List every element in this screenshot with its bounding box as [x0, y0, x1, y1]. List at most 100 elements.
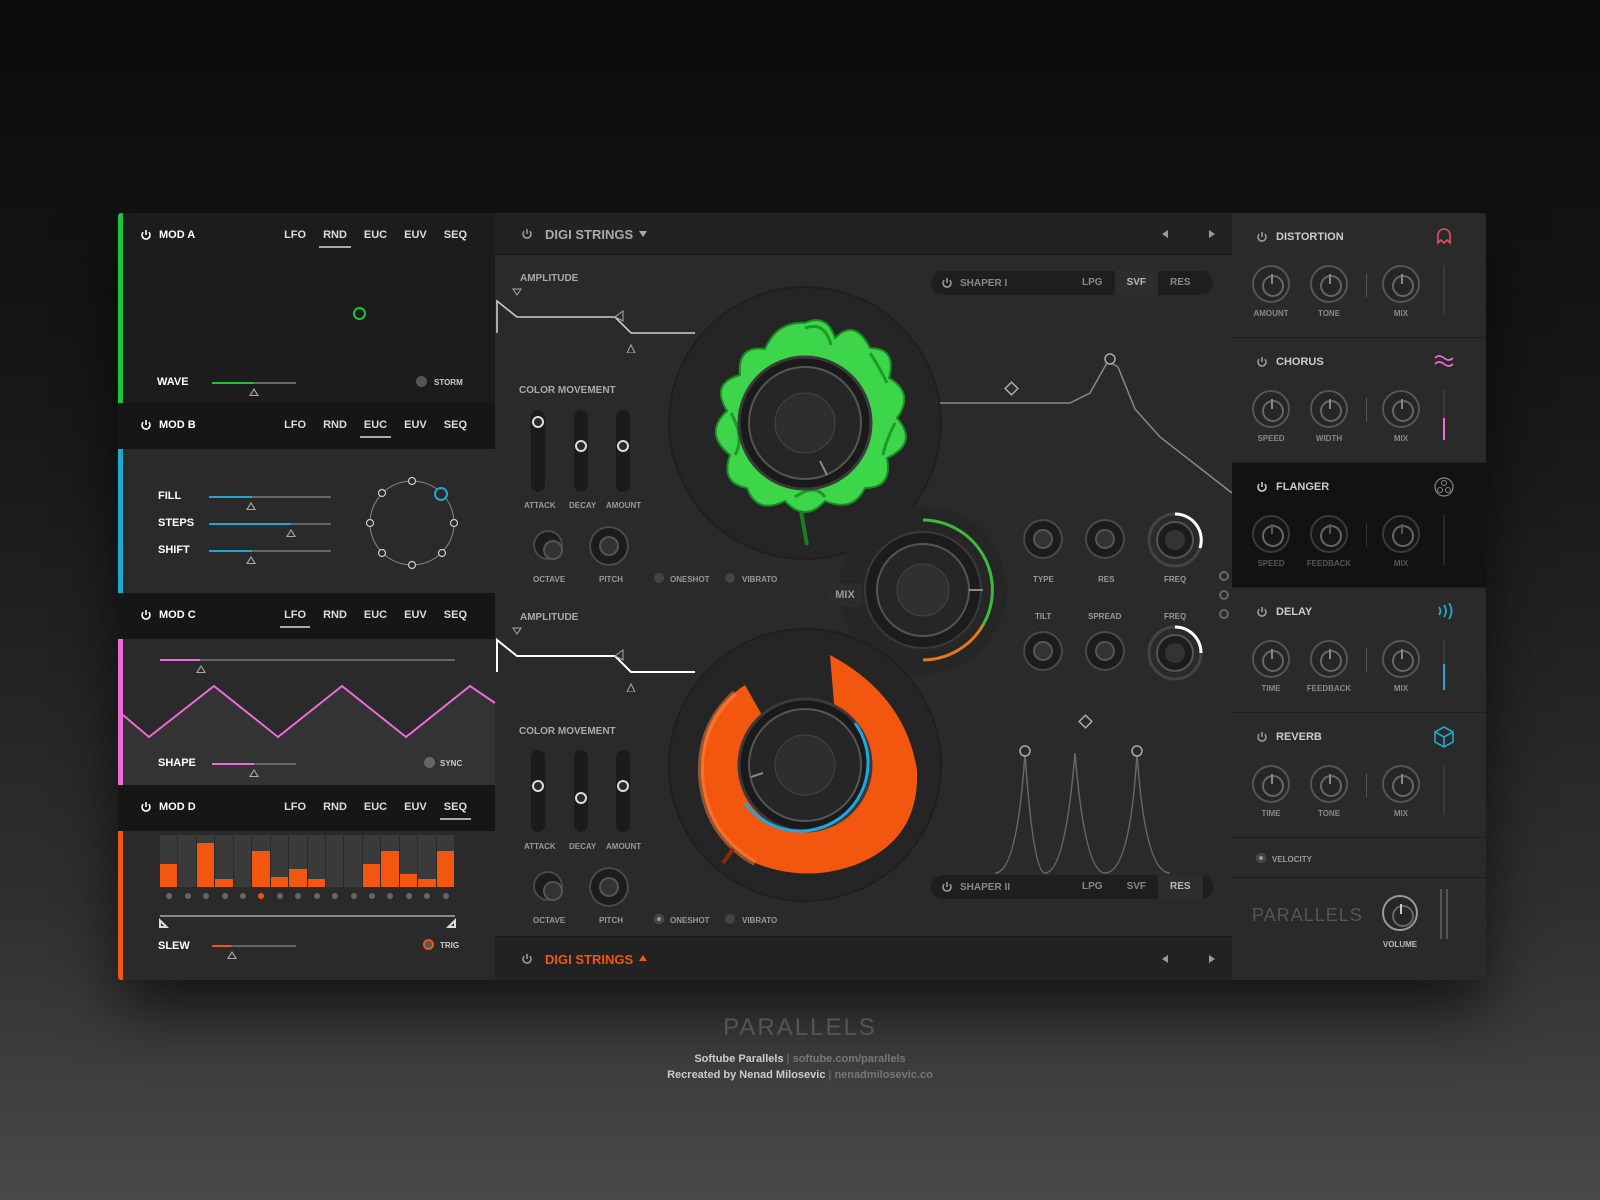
chorus-mix-knob[interactable] [1382, 390, 1420, 428]
seq-step[interactable] [252, 835, 270, 887]
seq-step[interactable] [436, 835, 454, 887]
seq-step[interactable] [362, 835, 381, 887]
type-knob[interactable] [1023, 519, 1063, 559]
seq-step[interactable] [325, 835, 344, 887]
tilt-knob[interactable] [1023, 631, 1063, 671]
amount-slider-2[interactable] [616, 750, 630, 832]
tab-rnd[interactable]: RND [323, 609, 347, 621]
tab-euc[interactable]: EUC [364, 609, 387, 621]
seq-step-dot[interactable] [369, 893, 376, 899]
spread-knob[interactable] [1085, 631, 1125, 671]
velocity-toggle[interactable] [1256, 853, 1266, 863]
delay-mix-knob[interactable] [1382, 640, 1420, 678]
tab-lfo[interactable]: LFO [284, 419, 306, 431]
shaper-1-mode-res[interactable]: RES [1158, 271, 1203, 295]
attack-slider-1[interactable] [531, 410, 545, 492]
seq-step-dot[interactable] [239, 893, 246, 899]
prev-preset-icon[interactable] [1162, 955, 1168, 963]
shape-slider[interactable] [212, 763, 296, 765]
seq-step[interactable] [381, 835, 399, 887]
slew-slider-handle[interactable] [227, 951, 237, 959]
tab-rnd[interactable]: RND [323, 419, 347, 431]
seq-step-dot[interactable] [276, 893, 283, 899]
credit-1-link[interactable]: softube.com/parallels [793, 1053, 906, 1065]
seq-step[interactable] [270, 835, 289, 887]
power-icon[interactable] [1256, 481, 1268, 493]
chevron-up-icon[interactable] [639, 955, 647, 961]
power-icon[interactable] [140, 609, 152, 621]
seq-step-dot[interactable] [221, 893, 228, 899]
seq-step[interactable] [233, 835, 252, 887]
reverb-tone-knob[interactable] [1310, 765, 1348, 803]
power-icon[interactable] [1256, 231, 1268, 243]
wave-slider-handle[interactable] [249, 388, 259, 396]
trig-toggle[interactable] [423, 939, 434, 950]
sync-toggle[interactable] [424, 757, 435, 768]
shift-slider[interactable] [209, 550, 331, 552]
next-preset-icon[interactable] [1209, 955, 1215, 963]
step-sequencer[interactable] [160, 835, 455, 907]
octave-knob-1[interactable] [533, 530, 563, 560]
seq-step-dot[interactable] [258, 893, 265, 899]
seq-step-dot[interactable] [405, 893, 412, 899]
seq-step-dot[interactable] [332, 893, 339, 899]
seq-step-dot[interactable] [313, 893, 320, 899]
oneshot-toggle-1[interactable] [654, 573, 664, 583]
seq-step[interactable] [160, 835, 178, 887]
delay-time-knob[interactable] [1252, 640, 1290, 678]
credit-2-link[interactable]: nenadmilosevic.co [834, 1069, 932, 1081]
tab-euv[interactable]: EUV [404, 609, 427, 621]
decay-slider-2[interactable] [574, 750, 588, 832]
steps-slider[interactable] [209, 523, 331, 525]
freq-knob-2[interactable] [1145, 623, 1205, 683]
vibrato-toggle-1[interactable] [725, 573, 735, 583]
amount-slider-1[interactable] [616, 410, 630, 492]
chevron-down-icon[interactable] [639, 231, 647, 237]
tab-seq[interactable]: SEQ [444, 609, 467, 621]
flanger-mix-knob[interactable] [1382, 515, 1420, 553]
freq-knob-1[interactable] [1145, 510, 1205, 570]
power-icon[interactable] [521, 228, 533, 240]
seq-step-dot[interactable] [387, 893, 394, 899]
mod-b-title[interactable]: MOD B [140, 419, 196, 431]
seq-step-dot[interactable] [184, 893, 191, 899]
route-button-1[interactable] [1219, 571, 1229, 581]
mod-a-title[interactable]: MOD A [140, 229, 195, 241]
route-button-2[interactable] [1219, 590, 1229, 600]
tab-euv[interactable]: EUV [404, 801, 427, 813]
flanger-speed-knob[interactable] [1252, 515, 1290, 553]
color-orb-orange[interactable] [665, 625, 945, 905]
power-icon[interactable] [1256, 731, 1268, 743]
seq-step[interactable] [399, 835, 418, 887]
fill-slider-handle[interactable] [246, 502, 256, 510]
random-point[interactable] [353, 307, 366, 320]
seq-step[interactable] [418, 835, 436, 887]
seq-step[interactable] [289, 835, 307, 887]
tab-lfo[interactable]: LFO [284, 801, 306, 813]
seq-step[interactable] [178, 835, 196, 887]
rate-slider[interactable] [160, 659, 455, 661]
flanger-feedback-knob[interactable] [1310, 515, 1348, 553]
power-icon[interactable] [941, 881, 953, 893]
oneshot-toggle-2[interactable] [654, 914, 664, 924]
shaper-2-mode-svf[interactable]: SVF [1115, 875, 1158, 899]
vibrato-toggle-2[interactable] [725, 914, 735, 924]
shape-slider-handle[interactable] [249, 769, 259, 777]
power-icon[interactable] [1256, 606, 1268, 618]
power-icon[interactable] [140, 801, 152, 813]
delay-feedback-knob[interactable] [1310, 640, 1348, 678]
fill-slider[interactable] [209, 496, 331, 498]
reverb-mix-knob[interactable] [1382, 765, 1420, 803]
tab-seq[interactable]: SEQ [439, 801, 472, 820]
shaper-2-mode-lpg[interactable]: LPG [1070, 875, 1115, 899]
shift-slider-handle[interactable] [246, 556, 256, 564]
power-icon[interactable] [521, 953, 533, 965]
power-icon[interactable] [140, 419, 152, 431]
top-preset-name[interactable]: DIGI STRINGS [545, 227, 633, 242]
seq-step-dot[interactable] [442, 893, 449, 899]
tab-rnd[interactable]: RND [319, 229, 351, 248]
power-icon[interactable] [1256, 356, 1268, 368]
seq-step[interactable] [196, 835, 215, 887]
power-icon[interactable] [140, 229, 152, 241]
prev-preset-icon[interactable] [1162, 230, 1168, 238]
